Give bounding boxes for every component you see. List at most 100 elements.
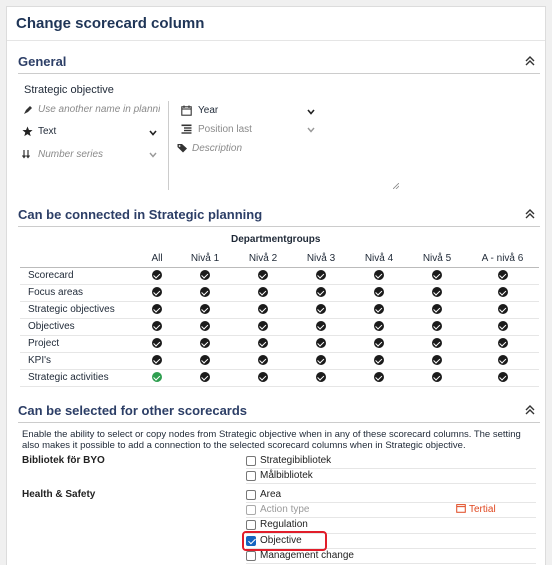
check-cell[interactable] [350,369,408,387]
check-cell[interactable] [466,369,539,387]
check-cell[interactable] [234,284,292,302]
check-cell[interactable] [350,267,408,285]
check-cell[interactable] [138,318,176,336]
check-cell[interactable] [408,335,466,353]
checkbox-label[interactable]: Målbibliotek [260,470,313,481]
check-cell[interactable] [292,301,350,319]
check-cell[interactable] [408,369,466,387]
check-circle-icon [316,372,326,383]
chevron-down-icon[interactable] [306,107,316,117]
check-circle-icon [152,338,162,349]
check-circle-icon [152,355,162,366]
check-cell[interactable] [408,267,466,285]
chevron-down-icon[interactable] [148,150,158,160]
connect-section-header[interactable]: Can be connected in Strategic planning [18,207,540,227]
description-textarea[interactable]: Description [192,143,242,154]
calendar-icon [181,105,192,116]
check-cell[interactable] [176,318,234,336]
check-cell[interactable] [234,267,292,285]
check-circle-icon [200,338,210,349]
check-cell[interactable] [176,301,234,319]
row-label: Focus areas [20,284,138,302]
check-cell[interactable] [234,318,292,336]
check-cell[interactable] [466,301,539,319]
checkbox[interactable] [246,490,256,500]
check-cell[interactable] [466,318,539,336]
resize-handle-icon[interactable] [393,183,399,189]
check-cell[interactable] [138,301,176,319]
column-name[interactable]: Strategic objective [24,84,114,96]
checkbox-label[interactable]: Regulation [260,519,308,530]
row-divider [246,563,536,564]
column-header: Nivå 3 [292,250,350,268]
check-cell[interactable] [292,369,350,387]
check-circle-icon [258,304,268,315]
chevron-down-icon[interactable] [148,128,158,138]
check-circle-icon [152,372,162,383]
type-select[interactable]: Text [38,126,56,137]
checkbox[interactable] [246,550,256,561]
table-row: Project [20,335,539,353]
chevron-down-icon[interactable] [306,125,316,135]
check-cell[interactable] [234,352,292,370]
check-circle-icon [374,372,384,383]
check-cell[interactable] [292,318,350,336]
check-cell[interactable] [292,335,350,353]
table-row: KPI's [20,352,539,370]
check-cell[interactable] [138,284,176,302]
check-cell[interactable] [466,352,539,370]
check-cell[interactable] [350,352,408,370]
check-cell[interactable] [176,369,234,387]
checkbox-label[interactable]: Management change [260,550,354,561]
period-select[interactable]: Year [198,105,218,116]
check-cell[interactable] [466,335,539,353]
alt-name-input[interactable]: Use another name in planning [38,104,160,115]
check-cell[interactable] [408,284,466,302]
check-cell[interactable] [292,284,350,302]
row-divider [246,483,536,485]
row-label: KPI's [20,352,138,370]
checkbox-label[interactable]: Action type [260,504,309,515]
check-cell[interactable] [234,369,292,387]
number-series-select[interactable]: Number series [38,149,103,160]
check-cell[interactable] [466,267,539,285]
check-cell[interactable] [408,318,466,336]
check-cell[interactable] [292,267,350,285]
check-circle-icon [152,270,162,281]
collapse-icon[interactable] [524,55,536,67]
check-cell[interactable] [176,352,234,370]
checkbox[interactable] [246,456,256,466]
check-cell[interactable] [350,335,408,353]
check-circle-icon [432,304,442,315]
checkbox[interactable] [246,520,256,531]
select-section-header[interactable]: Can be selected for other scorecards [18,403,540,423]
check-cell[interactable] [138,267,176,285]
check-cell[interactable] [466,284,539,302]
checkbox-label[interactable]: Strategibibliotek [260,455,331,466]
checkbox[interactable] [246,471,256,482]
check-cell[interactable] [176,267,234,285]
position-select[interactable]: Position last [198,124,252,135]
field-divider [168,101,169,190]
check-cell[interactable] [350,301,408,319]
check-cell[interactable] [408,301,466,319]
collapse-icon[interactable] [524,404,536,416]
check-cell[interactable] [176,335,234,353]
check-circle-icon [152,287,162,298]
check-cell[interactable] [138,335,176,353]
collapse-icon[interactable] [524,208,536,220]
check-cell[interactable] [138,352,176,370]
checkbox-label[interactable]: Area [260,489,281,500]
check-cell[interactable] [176,284,234,302]
check-cell[interactable] [408,352,466,370]
check-circle-icon [258,338,268,349]
dialog-title: Change scorecard column [7,7,545,41]
check-cell[interactable] [350,284,408,302]
check-cell[interactable] [234,335,292,353]
checkbox[interactable] [246,505,256,516]
check-cell[interactable] [138,369,176,387]
check-cell[interactable] [234,301,292,319]
general-section-header[interactable]: General [18,54,540,74]
check-cell[interactable] [350,318,408,336]
check-cell[interactable] [292,352,350,370]
